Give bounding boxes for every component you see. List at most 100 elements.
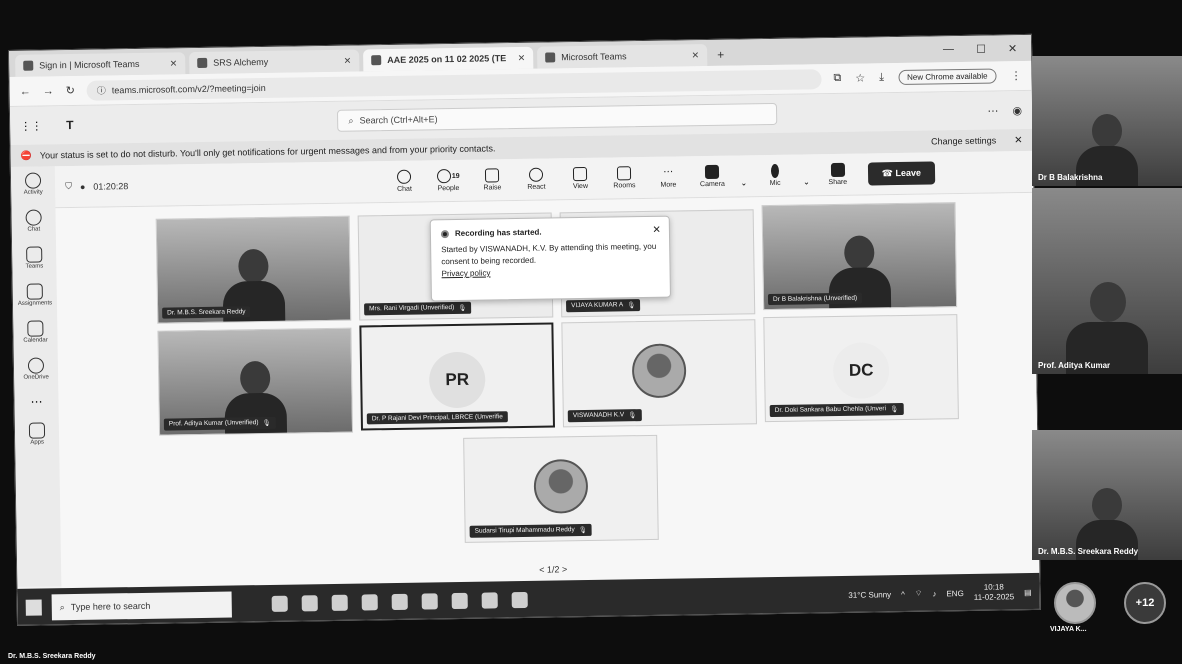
side-video-tile[interactable]: Dr B Balakrishna: [1032, 56, 1182, 186]
rail-assignments[interactable]: Assignments: [17, 283, 52, 307]
browser-icon[interactable]: [361, 594, 378, 611]
tab-label: AAE 2025 on 11 02 2025 (TE: [387, 53, 507, 66]
back-icon[interactable]: ←: [20, 85, 31, 97]
close-icon[interactable]: ✕: [692, 50, 700, 61]
menu-kebab-icon[interactable]: ⋮: [1010, 69, 1021, 82]
volume-icon[interactable]: ♪: [932, 589, 936, 598]
teams-search-input[interactable]: ⌕ Search (Ctrl+Alt+E): [337, 102, 778, 132]
side-participant-avatar[interactable]: [1054, 582, 1096, 624]
language-indicator[interactable]: ENG: [946, 589, 963, 598]
rail-teams[interactable]: Teams: [25, 246, 44, 270]
raise-hand-button[interactable]: Raise: [476, 168, 508, 192]
video-tile[interactable]: Prof. Aditya Kumar (Unverified) 🎙: [157, 327, 354, 436]
teams-icon: [26, 246, 43, 263]
apps-icon: [28, 422, 46, 439]
browser-tab-teams-signin[interactable]: Sign in | Microsoft Teams ✕: [15, 52, 186, 77]
close-icon[interactable]: ✕: [1014, 135, 1023, 146]
taskbar-search[interactable]: ⌕ Type here to search: [51, 591, 232, 621]
close-icon[interactable]: ✕: [652, 223, 661, 238]
chrome-icon[interactable]: [331, 594, 348, 611]
dnd-status-icon: ⛔: [20, 150, 32, 161]
rail-activity[interactable]: Activity: [23, 172, 43, 196]
taskbar-search-placeholder: Type here to search: [70, 600, 151, 613]
people-count: 19: [451, 172, 460, 180]
rooms-button[interactable]: Rooms: [608, 166, 640, 190]
acrobat-icon[interactable]: [511, 591, 528, 609]
extensions-icon[interactable]: ⧉: [833, 72, 841, 85]
close-icon[interactable]: ✕: [170, 58, 178, 69]
banner-text: Your status is set to do not disturb. Yo…: [39, 143, 496, 161]
privacy-policy-link[interactable]: Privacy policy: [441, 265, 659, 280]
bookmark-star-icon[interactable]: ☆: [855, 72, 865, 85]
close-window-icon[interactable]: ✕: [1008, 42, 1017, 55]
leave-button[interactable]: ☎ Leave: [867, 161, 936, 186]
participant-video: [1062, 274, 1152, 374]
rail-apps[interactable]: Apps: [28, 422, 46, 446]
video-tile[interactable]: DC Dr. Doki Sankara Babu Chehla (Unveri …: [763, 314, 959, 423]
react-button[interactable]: React: [520, 167, 552, 191]
chevron-down-icon[interactable]: ⌄: [803, 177, 810, 186]
button-label: Share: [828, 178, 848, 187]
weather-widget[interactable]: 31°C Sunny: [848, 590, 891, 600]
rail-label: Teams: [25, 263, 44, 270]
store-icon[interactable]: [421, 593, 438, 610]
file-explorer-icon[interactable]: [391, 593, 408, 611]
rail-chat[interactable]: Chat: [25, 209, 42, 233]
maximize-icon[interactable]: ☐: [976, 43, 986, 56]
participant-name-tag: Dr. M.B.S. Sreekara Reddy: [162, 306, 251, 319]
video-tile[interactable]: VISWANADH K.V 🎙: [561, 319, 757, 428]
share-button[interactable]: Share: [822, 162, 854, 187]
minimize-icon[interactable]: —: [943, 43, 954, 56]
more-apps-icon[interactable]: ⋯: [30, 395, 42, 409]
button-label: React: [527, 183, 546, 191]
browser-tab-srs[interactable]: SRS Alchemy ✕: [189, 49, 360, 75]
video-tile[interactable]: Dr B Balakrishna (Unverified): [761, 202, 958, 311]
smiley-icon: [529, 167, 544, 182]
teams-taskbar-icon[interactable]: [481, 592, 498, 609]
change-settings-link[interactable]: Change settings: [931, 135, 996, 146]
rail-calendar[interactable]: Calendar: [23, 320, 48, 344]
video-tile[interactable]: Dr. M.B.S. Sreekara Reddy: [155, 215, 352, 324]
browser-tab-meeting[interactable]: AAE 2025 on 11 02 2025 (TE ✕: [363, 46, 534, 72]
reload-icon[interactable]: ↻: [66, 84, 75, 97]
close-icon[interactable]: ✕: [518, 52, 526, 63]
recording-notification: Recording has started. ✕ Started by VISW…: [429, 215, 671, 302]
chat-button[interactable]: Chat: [388, 169, 420, 193]
more-options-icon[interactable]: ⋯: [987, 104, 998, 117]
gallery-pager[interactable]: < 1/2 >: [539, 564, 567, 574]
view-button[interactable]: View: [564, 166, 596, 190]
update-chrome-button[interactable]: New Chrome available: [897, 68, 997, 86]
edge-icon[interactable]: [301, 595, 318, 612]
mic-muted-icon: 🎙: [627, 302, 636, 310]
close-icon[interactable]: ✕: [344, 55, 352, 66]
more-button[interactable]: ⋯ More: [652, 165, 684, 189]
side-video-tile[interactable]: Prof. Aditya Kumar: [1032, 188, 1182, 374]
participant-name-tag: VIJAYA KUMAR A 🎙: [565, 299, 641, 313]
windows-start-icon[interactable]: [25, 599, 42, 616]
calendar-icon: [27, 320, 44, 337]
mic-button[interactable]: Mic: [759, 163, 791, 187]
side-video-tile[interactable]: Dr. M.B.S. Sreekara Reddy: [1032, 430, 1182, 560]
app-grid-icon[interactable]: ⋮⋮: [20, 119, 42, 132]
people-button[interactable]: 19 People: [432, 169, 464, 192]
side-participant-name: Dr. M.B.S. Sreekara Reddy: [1038, 547, 1139, 556]
chevron-down-icon[interactable]: ⌄: [740, 178, 747, 187]
browser-tab-microsoft-teams[interactable]: Microsoft Teams ✕: [537, 44, 708, 69]
download-icon[interactable]: ⤓: [879, 71, 884, 84]
notifications-icon[interactable]: ▤: [1024, 587, 1032, 596]
profile-avatar-icon[interactable]: ◉: [1012, 104, 1022, 117]
forward-icon[interactable]: →: [43, 85, 54, 97]
more-participants-badge[interactable]: +12: [1124, 582, 1166, 624]
video-tile[interactable]: PR Dr. P Rajani Devi Principal, LBRCE (U…: [359, 322, 555, 431]
site-info-icon[interactable]: ⓘ: [97, 83, 106, 96]
mail-icon[interactable]: [451, 592, 468, 610]
video-tile[interactable]: Sudarsi Tirupi Mahammadu Reddy 🎙: [463, 434, 659, 543]
rail-onedrive[interactable]: OneDrive: [23, 357, 49, 381]
task-view-icon[interactable]: [271, 595, 288, 612]
camera-button[interactable]: Camera: [696, 164, 728, 188]
new-tab-button[interactable]: +: [711, 48, 730, 66]
taskbar-clock[interactable]: 10:18 11-02-2025: [974, 583, 1015, 603]
tray-chevron-icon[interactable]: ^: [901, 589, 905, 598]
network-icon[interactable]: ⌔: [915, 589, 923, 599]
participant-name-tag: Dr. Doki Sankara Babu Chehla (Unveri 🎙: [769, 402, 904, 418]
